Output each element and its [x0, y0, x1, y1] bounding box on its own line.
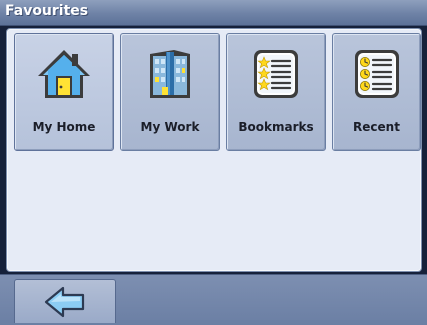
recent-button[interactable]: Recent: [332, 33, 421, 151]
my-home-button[interactable]: My Home: [14, 33, 114, 151]
window-title: Favourites: [5, 3, 89, 19]
my-home-label: My Home: [32, 120, 96, 134]
bookmarks-button[interactable]: Bookmarks: [226, 33, 326, 151]
back-arrow-icon: [43, 286, 87, 318]
back-button[interactable]: [14, 279, 116, 323]
title-bar: Favourites: [0, 0, 427, 26]
clock-list-icon: [349, 46, 405, 102]
my-work-label: My Work: [140, 120, 200, 134]
star-list-icon: [248, 46, 304, 102]
home-icon: [36, 46, 92, 102]
my-work-button[interactable]: My Work: [120, 33, 220, 151]
bottom-bar: [0, 274, 427, 325]
office-building-icon: [142, 46, 198, 102]
recent-label: Recent: [353, 120, 400, 134]
bookmarks-label: Bookmarks: [238, 120, 314, 134]
